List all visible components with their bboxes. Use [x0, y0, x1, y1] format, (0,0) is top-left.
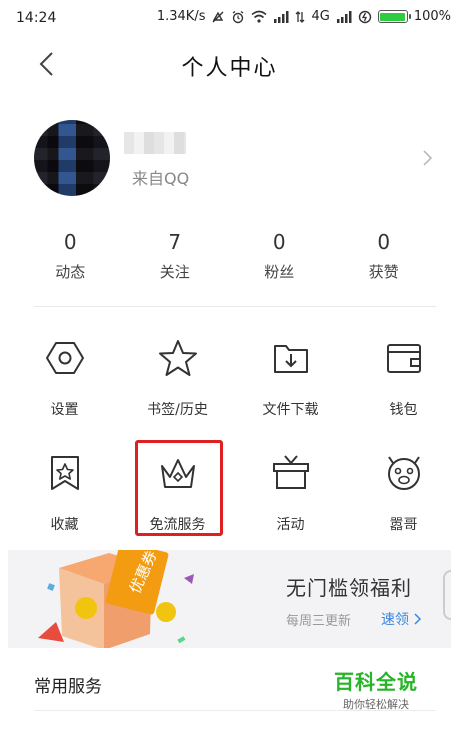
grid-label: 文件下载 — [262, 402, 319, 418]
grid-label: 钱包 — [389, 402, 418, 418]
grid-item-activity[interactable]: 活动 — [234, 435, 347, 550]
stat-value: 0 — [377, 230, 391, 254]
grid-item-favorites[interactable]: 收藏 — [8, 435, 121, 550]
network-type: 4G — [311, 9, 330, 24]
highlight-box — [135, 440, 223, 536]
banner-title: 无门槛领福利 — [286, 576, 412, 600]
grid-label: 嚣哥 — [389, 517, 418, 533]
profile-card[interactable]: 来自QQ — [0, 110, 459, 210]
watermark-logo: 百科全说 助你轻松解决 — [334, 666, 418, 712]
grid-label: 设置 — [50, 402, 79, 418]
bookmark-star-icon — [50, 456, 79, 490]
banner-claim-link[interactable]: 速领 — [381, 609, 423, 629]
promo-banner[interactable]: 优惠券 无门槛领福利 每周三更新 速领 — [8, 550, 451, 648]
avatar[interactable] — [34, 120, 110, 196]
stat-value: 7 — [168, 230, 182, 254]
profile-source: 来自QQ — [132, 169, 190, 188]
star-icon — [158, 340, 197, 376]
stat-value: 0 — [272, 230, 286, 254]
grid-item-wallet[interactable]: 钱包 — [347, 320, 459, 435]
power-save-icon — [358, 10, 372, 23]
watermark-main: 百科全说 — [334, 670, 418, 694]
grid-item-bookmarks[interactable]: 书签/历史 — [121, 320, 234, 435]
divider — [34, 306, 436, 307]
stat-value: 0 — [63, 230, 77, 254]
stat-label: 获赞 — [368, 263, 399, 281]
function-grid: 设置 书签/历史 文件下载 钱包 收藏 免流服务 活动 嚣哥 — [8, 320, 459, 550]
wallet-icon — [386, 344, 421, 373]
grid-label: 收藏 — [50, 517, 79, 533]
chevron-right-icon[interactable] — [421, 147, 435, 169]
battery-level — [380, 12, 406, 21]
stat-posts[interactable]: 0 动态 — [18, 230, 123, 310]
divider — [34, 710, 436, 711]
grid-label: 书签/历史 — [147, 402, 208, 418]
status-time: 14:24 — [16, 10, 57, 26]
common-services-section: 常用服务 百科全说 助你轻松解决 — [0, 650, 459, 712]
section-title: 常用服务 — [34, 677, 102, 697]
banner-link-label: 速领 — [381, 612, 409, 628]
grid-item-downloads[interactable]: 文件下载 — [234, 320, 347, 435]
chevron-right-icon — [414, 613, 422, 625]
hexagon-settings-icon — [45, 342, 84, 374]
nickname-blurred — [124, 132, 186, 154]
grid-item-settings[interactable]: 设置 — [8, 320, 121, 435]
stat-likes[interactable]: 0 获赞 — [332, 230, 437, 310]
mascot-face-icon — [387, 456, 420, 490]
data-arrows-icon — [296, 10, 305, 23]
banner-next-edge — [443, 570, 451, 620]
wifi-icon — [251, 10, 267, 23]
stat-label: 动态 — [55, 263, 86, 281]
alarm-icon — [233, 10, 244, 23]
battery-icon — [377, 10, 411, 23]
signal-icon-2 — [336, 10, 352, 23]
stat-label: 关注 — [159, 263, 190, 281]
grid-item-xiaoge[interactable]: 嚣哥 — [347, 435, 459, 550]
stat-followers[interactable]: 0 粉丝 — [227, 230, 332, 310]
dnd-icon — [212, 11, 224, 22]
network-speed: 1.34K/s — [156, 9, 206, 24]
gift-box-illustration: 优惠券 — [38, 550, 194, 648]
battery-percent: 100% — [413, 9, 451, 24]
grid-label: 活动 — [276, 517, 305, 533]
stats-row: 0 动态 7 关注 0 粉丝 0 获赞 — [18, 230, 436, 310]
page-title: 个人中心 — [181, 56, 278, 81]
stat-following[interactable]: 7 关注 — [123, 230, 228, 310]
folder-download-icon — [273, 345, 308, 373]
signal-icon — [274, 10, 289, 23]
stat-label: 粉丝 — [264, 263, 295, 281]
status-indicators: 1.34K/s 4G 100% — [157, 9, 451, 24]
gift-box-icon — [272, 455, 309, 489]
status-bar: 14:24 1.34K/s 4G 100% — [0, 0, 459, 38]
nav-bar: 个人中心 — [0, 38, 459, 90]
banner-subtitle: 每周三更新 — [286, 614, 352, 629]
